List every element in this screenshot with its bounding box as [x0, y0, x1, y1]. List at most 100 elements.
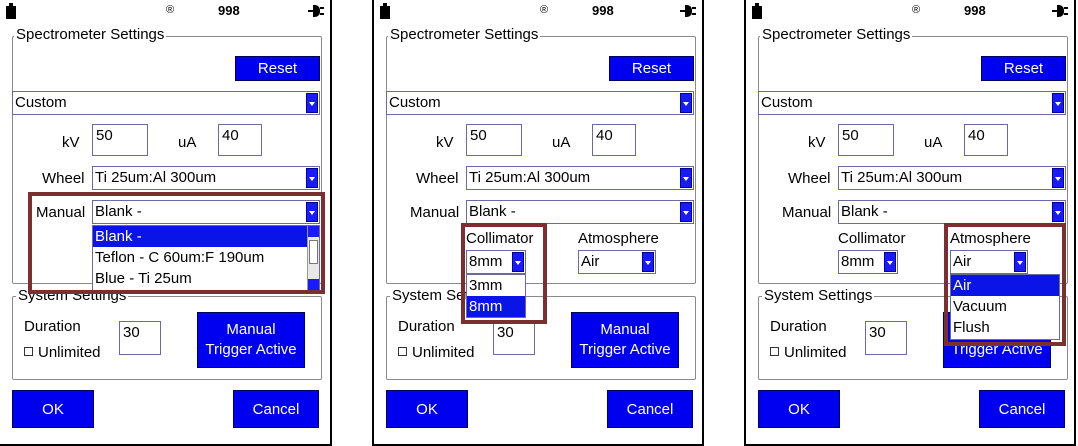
atmosphere-label: Atmosphere: [578, 230, 659, 247]
ua-label: uA: [178, 134, 197, 151]
chevron-down-icon[interactable]: [642, 252, 654, 272]
duration-field[interactable]: 30: [119, 321, 161, 355]
preset-select[interactable]: Custom: [12, 91, 320, 115]
unlimited-checkbox[interactable]: Unlimited: [770, 344, 847, 361]
record-indicator: ®: [912, 4, 921, 16]
ok-button[interactable]: OK: [12, 390, 94, 428]
duration-field[interactable]: 30: [493, 321, 535, 355]
preset-value: Custom: [15, 94, 67, 111]
cancel-button[interactable]: Cancel: [233, 390, 319, 428]
unlimited-label: Unlimited: [412, 344, 475, 361]
chevron-down-icon[interactable]: [306, 93, 318, 113]
battery-icon: [380, 3, 390, 19]
chevron-down-icon[interactable]: [680, 202, 692, 222]
cancel-button[interactable]: Cancel: [979, 390, 1065, 428]
wheel-value: Ti 25um:Al 300um: [841, 169, 963, 186]
battery-icon: [752, 3, 762, 19]
checkbox-icon[interactable]: [24, 347, 33, 356]
duration-label: Duration: [24, 318, 81, 335]
kv-label: kV: [808, 134, 826, 151]
reset-button[interactable]: Reset: [235, 56, 320, 81]
battery-icon: [6, 3, 16, 19]
counter: 998: [964, 3, 986, 18]
screen-collimator-dropdown: ® 998 Spectrometer Settings Reset Custom…: [372, 0, 704, 446]
power-plug-icon: [308, 4, 324, 18]
record-indicator: ®: [540, 4, 549, 16]
power-plug-icon: [680, 4, 696, 18]
trigger-label: ManualTrigger Active: [205, 321, 297, 358]
screen-manual-dropdown: ® 998 Spectrometer Settings Reset Custom…: [0, 0, 332, 446]
ua-field[interactable]: 40: [218, 124, 262, 156]
ok-button[interactable]: OK: [758, 390, 840, 428]
wheel-label: Wheel: [416, 170, 459, 187]
reset-button[interactable]: Reset: [609, 56, 694, 81]
counter: 998: [592, 3, 614, 18]
manual-select[interactable]: Blank -: [466, 200, 694, 224]
ua-label: uA: [924, 134, 943, 151]
unlimited-label: Unlimited: [38, 344, 101, 361]
chevron-down-icon[interactable]: [1052, 168, 1064, 188]
record-indicator: ®: [166, 4, 175, 16]
power-plug-icon: [1052, 4, 1068, 18]
spectrometer-settings-title: Spectrometer Settings: [760, 26, 913, 43]
status-bar: ® 998: [0, 0, 330, 24]
collimator-label: Collimator: [838, 230, 906, 247]
manual-value: Blank -: [469, 203, 516, 220]
unlimited-label: Unlimited: [784, 344, 847, 361]
ok-button[interactable]: OK: [386, 390, 468, 428]
chevron-down-icon[interactable]: [1052, 202, 1064, 222]
chevron-down-icon[interactable]: [1052, 93, 1064, 113]
status-bar: ® 998: [746, 0, 1074, 24]
cancel-button[interactable]: Cancel: [607, 390, 693, 428]
highlight-box: [461, 223, 547, 324]
preset-select[interactable]: Custom: [758, 91, 1066, 115]
wheel-select[interactable]: Ti 25um:Al 300um: [92, 166, 320, 190]
ua-label: uA: [552, 134, 571, 151]
collimator-select[interactable]: 8mm: [838, 250, 898, 274]
manual-select[interactable]: Blank -: [838, 200, 1066, 224]
kv-field[interactable]: 50: [92, 124, 148, 156]
unlimited-checkbox[interactable]: Unlimited: [24, 344, 101, 361]
manual-trigger-button[interactable]: ManualTrigger Active: [197, 312, 305, 368]
highlight-box: [28, 192, 325, 294]
status-bar: ® 998: [374, 0, 702, 24]
ua-field[interactable]: 40: [592, 124, 636, 156]
chevron-down-icon[interactable]: [306, 168, 318, 188]
preset-select[interactable]: Custom: [386, 91, 694, 115]
wheel-label: Wheel: [788, 170, 831, 187]
kv-label: kV: [436, 134, 454, 151]
system-settings-title: System Settings: [762, 287, 875, 304]
spectrometer-settings-title: Spectrometer Settings: [388, 26, 541, 43]
chevron-down-icon[interactable]: [680, 93, 692, 113]
duration-field[interactable]: 30: [865, 321, 907, 355]
spectrometer-settings-title: Spectrometer Settings: [14, 26, 167, 43]
wheel-value: Ti 25um:Al 300um: [469, 169, 591, 186]
reset-button[interactable]: Reset: [981, 56, 1066, 81]
manual-label: Manual: [410, 204, 460, 221]
counter: 998: [218, 3, 240, 18]
kv-field[interactable]: 50: [466, 124, 522, 156]
collimator-value: 8mm: [841, 253, 875, 270]
wheel-value: Ti 25um:Al 300um: [95, 169, 217, 186]
wheel-select[interactable]: Ti 25um:Al 300um: [466, 166, 694, 190]
unlimited-checkbox[interactable]: Unlimited: [398, 344, 475, 361]
manual-value: Blank -: [841, 203, 888, 220]
checkbox-icon[interactable]: [770, 347, 779, 356]
trigger-label: ManualTrigger Active: [579, 321, 671, 358]
manual-label: Manual: [782, 204, 832, 221]
checkbox-icon[interactable]: [398, 347, 407, 356]
kv-field[interactable]: 50: [838, 124, 894, 156]
wheel-select[interactable]: Ti 25um:Al 300um: [838, 166, 1066, 190]
duration-label: Duration: [770, 318, 827, 335]
manual-trigger-button[interactable]: ManualTrigger Active: [571, 312, 679, 368]
duration-label: Duration: [398, 318, 455, 335]
screen-atmosphere-dropdown: ® 998 Spectrometer Settings Reset Custom…: [744, 0, 1076, 446]
chevron-down-icon[interactable]: [680, 168, 692, 188]
wheel-label: Wheel: [42, 170, 85, 187]
ua-field[interactable]: 40: [964, 124, 1008, 156]
atmosphere-select[interactable]: Air: [578, 250, 656, 274]
chevron-down-icon[interactable]: [884, 252, 896, 272]
preset-value: Custom: [389, 94, 441, 111]
atmosphere-value: Air: [581, 253, 600, 270]
kv-label: kV: [62, 134, 80, 151]
